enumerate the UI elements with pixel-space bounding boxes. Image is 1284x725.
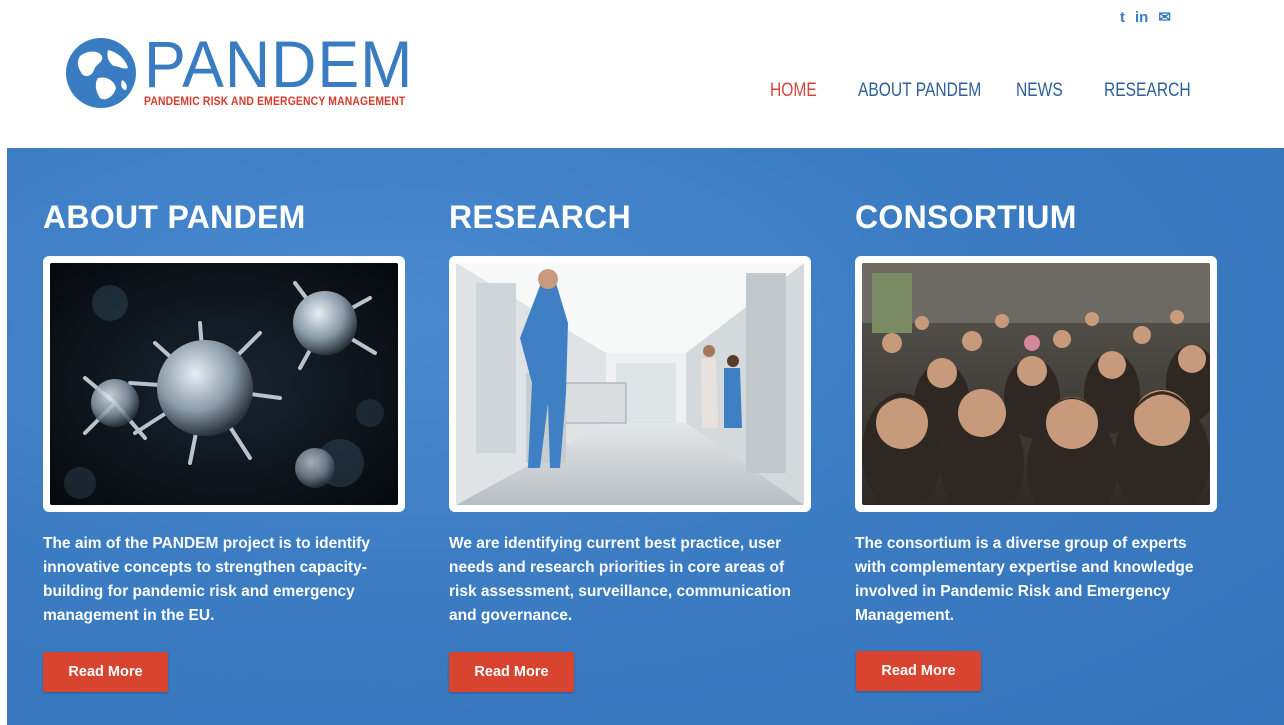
site-logo[interactable]: PANDEM PANDEMIC RISK AND EMERGENCY MANAG… bbox=[64, 27, 434, 110]
site-header: PANDEM PANDEMIC RISK AND EMERGENCY MANAG… bbox=[0, 0, 1284, 148]
hero-section: ABOUT PANDEM The aim of the PANDEM proje… bbox=[7, 148, 1284, 725]
twitter-icon[interactable]: t bbox=[1120, 9, 1125, 26]
image-frame bbox=[449, 256, 811, 512]
section-description: The aim of the PANDEM project is to iden… bbox=[43, 535, 370, 624]
read-more-button-about[interactable]: Read More bbox=[43, 652, 168, 692]
image-frame bbox=[855, 256, 1217, 512]
read-more-button-research[interactable]: Read More bbox=[449, 652, 574, 692]
crowd-image[interactable] bbox=[862, 263, 1210, 505]
logo-tagline: PANDEMIC RISK AND EMERGENCY MANAGEMENT bbox=[144, 96, 406, 108]
section-consortium: CONSORTIUM The consortium is a diverse g… bbox=[855, 198, 1217, 628]
logo-title: PANDEM bbox=[144, 27, 414, 101]
section-title: ABOUT PANDEM bbox=[43, 199, 306, 235]
section-description: We are identifying current best practice… bbox=[449, 535, 792, 624]
hospital-corridor-image[interactable] bbox=[456, 263, 804, 505]
nav-item-home[interactable]: HOME bbox=[770, 80, 842, 102]
virus-image[interactable] bbox=[50, 263, 398, 505]
main-nav: HOME ABOUT PANDEM NEWS RESEARCH bbox=[770, 80, 1204, 102]
image-frame bbox=[43, 256, 405, 512]
linkedin-icon[interactable]: in bbox=[1135, 9, 1148, 26]
social-links: t in ✉ bbox=[1120, 8, 1171, 27]
globe-logo-icon bbox=[66, 38, 136, 108]
section-title: CONSORTIUM bbox=[855, 199, 1077, 235]
section-title: RESEARCH bbox=[449, 199, 631, 235]
nav-item-research[interactable]: RESEARCH bbox=[1104, 80, 1191, 102]
read-more-button-consortium[interactable]: Read More bbox=[856, 651, 981, 691]
nav-item-about-pandem[interactable]: ABOUT PANDEM bbox=[858, 80, 988, 102]
email-icon[interactable]: ✉ bbox=[1158, 8, 1171, 26]
section-description: The consortium is a diverse group of exp… bbox=[855, 535, 1194, 624]
section-research: RESEARCH We are identifying current best… bbox=[449, 198, 811, 628]
section-about-pandem: ABOUT PANDEM The aim of the PANDEM proje… bbox=[43, 198, 405, 628]
nav-item-news[interactable]: NEWS bbox=[1016, 80, 1088, 102]
